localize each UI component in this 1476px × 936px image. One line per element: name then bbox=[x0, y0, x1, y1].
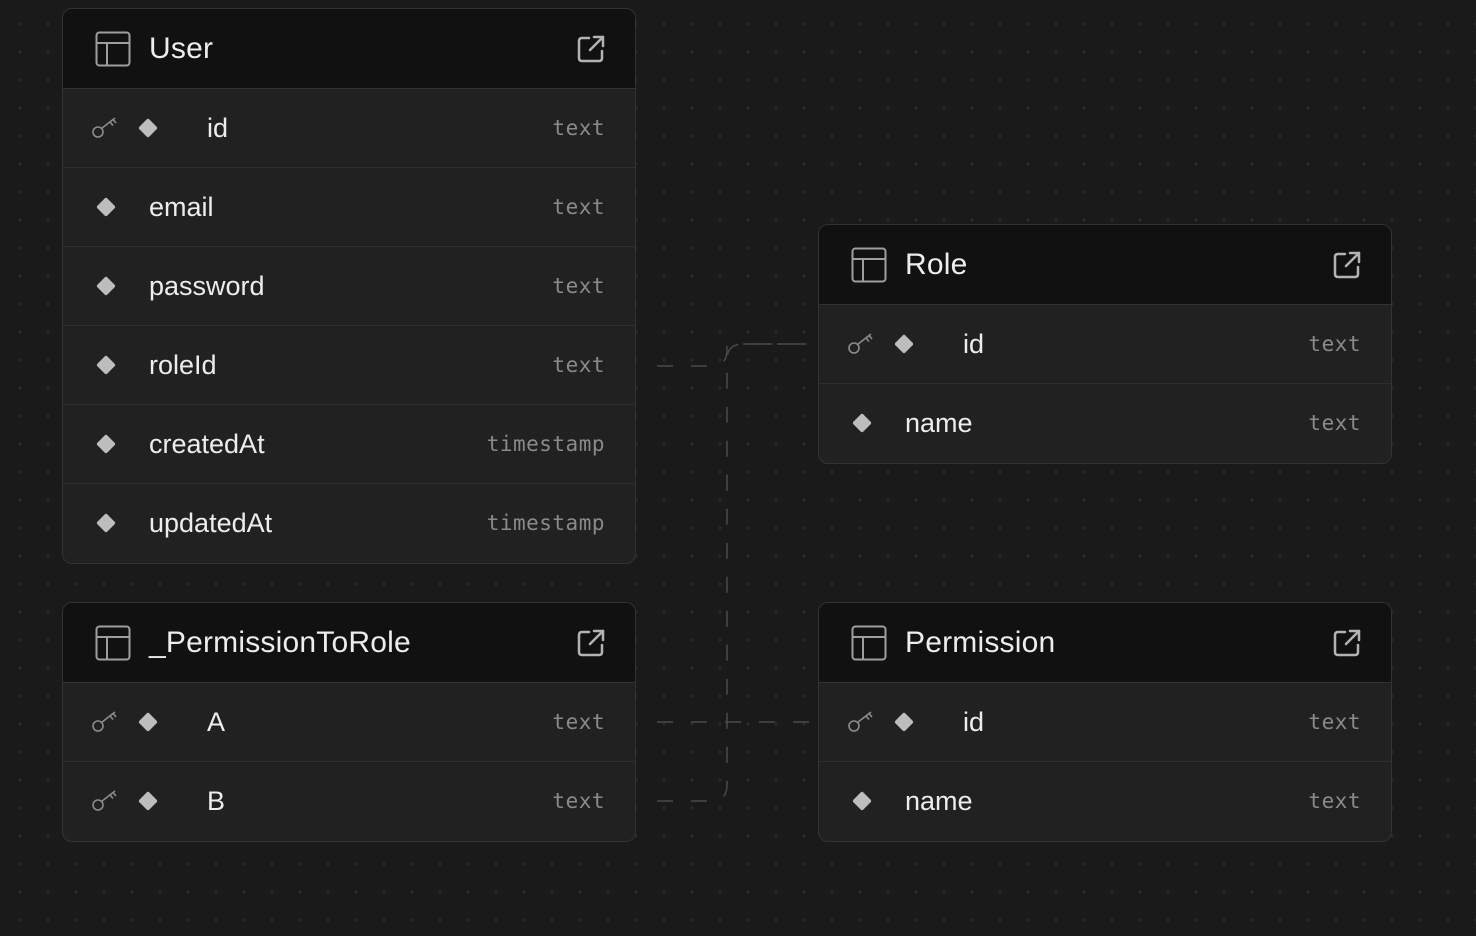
table-name: User bbox=[149, 32, 214, 65]
diamond-icon bbox=[96, 197, 116, 217]
column-row[interactable]: password text bbox=[63, 247, 635, 326]
column-name: updatedAt bbox=[149, 508, 273, 538]
column-row[interactable]: name text bbox=[819, 384, 1391, 463]
column-name: id bbox=[963, 707, 985, 737]
external-link-icon[interactable] bbox=[1331, 249, 1363, 281]
table-icon bbox=[851, 625, 887, 661]
diamond-icon bbox=[138, 712, 158, 732]
table-card-permission[interactable]: Permission id text name text bbox=[818, 602, 1392, 842]
column-name: B bbox=[207, 786, 226, 816]
diamond-icon bbox=[96, 434, 116, 454]
diamond-icon bbox=[894, 712, 914, 732]
column-type: text bbox=[1308, 411, 1361, 435]
column-row[interactable]: roleId text bbox=[63, 326, 635, 405]
column-row[interactable]: id text bbox=[63, 89, 635, 168]
key-icon bbox=[848, 333, 873, 354]
external-link-icon[interactable] bbox=[575, 627, 607, 659]
column-name: password bbox=[149, 271, 265, 301]
diamond-icon bbox=[96, 276, 116, 296]
column-type: text bbox=[1308, 332, 1361, 356]
table-header[interactable]: Role bbox=[819, 225, 1391, 305]
key-icon bbox=[92, 711, 117, 732]
table-icon bbox=[95, 625, 131, 661]
column-type: text bbox=[552, 195, 605, 219]
key-icon bbox=[848, 711, 873, 732]
column-name: email bbox=[149, 192, 214, 222]
table-card-user[interactable]: User id text email text password text ro… bbox=[62, 8, 636, 564]
column-row[interactable]: B text bbox=[63, 762, 635, 841]
column-row[interactable]: createdAt timestamp bbox=[63, 405, 635, 484]
column-type: text bbox=[552, 789, 605, 813]
column-type: text bbox=[552, 710, 605, 734]
key-icon bbox=[92, 117, 117, 138]
table-card-role[interactable]: Role id text name text bbox=[818, 224, 1392, 464]
column-row[interactable]: name text bbox=[819, 762, 1391, 841]
column-type: timestamp bbox=[486, 432, 605, 456]
diamond-icon bbox=[96, 513, 116, 533]
table-icon bbox=[95, 31, 131, 67]
column-name: name bbox=[905, 408, 973, 438]
column-type: text bbox=[552, 274, 605, 298]
column-type: text bbox=[552, 353, 605, 377]
table-name: Role bbox=[905, 248, 968, 281]
column-type: text bbox=[552, 116, 605, 140]
table-name: _PermissionToRole bbox=[149, 626, 411, 659]
column-name: A bbox=[207, 707, 226, 737]
column-name: id bbox=[963, 329, 985, 359]
column-name: createdAt bbox=[149, 429, 265, 459]
key-icon bbox=[92, 790, 117, 811]
column-type: text bbox=[1308, 789, 1361, 813]
table-name: Permission bbox=[905, 626, 1056, 659]
table-header[interactable]: Permission bbox=[819, 603, 1391, 683]
table-header[interactable]: _PermissionToRole bbox=[63, 603, 635, 683]
diamond-icon bbox=[138, 791, 158, 811]
column-row[interactable]: id text bbox=[819, 305, 1391, 384]
column-name: roleId bbox=[149, 350, 217, 380]
schema-canvas[interactable]: User id text email text password text ro… bbox=[0, 0, 1476, 936]
external-link-icon[interactable] bbox=[575, 33, 607, 65]
diamond-icon bbox=[852, 413, 872, 433]
table-header[interactable]: User bbox=[63, 9, 635, 89]
external-link-icon[interactable] bbox=[1331, 627, 1363, 659]
column-name: name bbox=[905, 786, 973, 816]
diamond-icon bbox=[96, 355, 116, 375]
diamond-icon bbox=[138, 118, 158, 138]
column-type: text bbox=[1308, 710, 1361, 734]
column-row[interactable]: email text bbox=[63, 168, 635, 247]
table-card-permission-to-role[interactable]: _PermissionToRole A text B text bbox=[62, 602, 636, 842]
column-type: timestamp bbox=[486, 511, 605, 535]
column-name: id bbox=[207, 113, 229, 143]
diamond-icon bbox=[852, 791, 872, 811]
column-row[interactable]: id text bbox=[819, 683, 1391, 762]
connector-user-roleid-to-role-id bbox=[657, 343, 810, 367]
table-icon bbox=[851, 247, 887, 283]
connector-permissiontorole-b-to-role-id bbox=[657, 343, 810, 802]
column-row[interactable]: updatedAt timestamp bbox=[63, 484, 635, 563]
diamond-icon bbox=[894, 334, 914, 354]
column-row[interactable]: A text bbox=[63, 683, 635, 762]
